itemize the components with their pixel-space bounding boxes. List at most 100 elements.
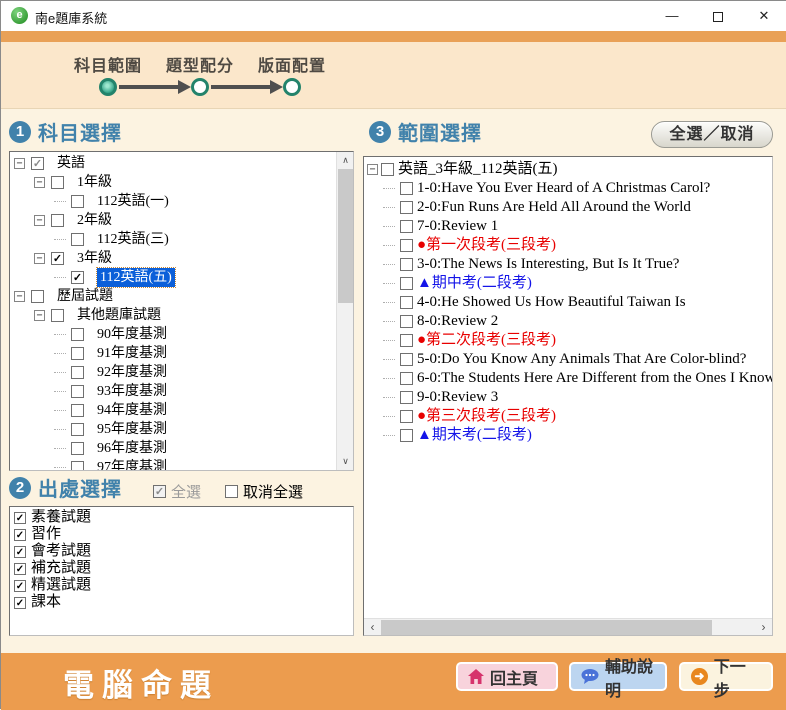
source-item-checkbox[interactable]: ✓: [14, 580, 26, 592]
tree-collapse-icon[interactable]: −: [34, 310, 45, 321]
tree-item-label[interactable]: ●第三次段考(三段考): [417, 407, 556, 426]
tree-checkbox[interactable]: [71, 404, 84, 417]
deselect-all-checkbox-row[interactable]: 取消全選: [225, 481, 303, 502]
tree-checkbox[interactable]: [71, 328, 84, 341]
source-list-item[interactable]: ✓素養試題: [11, 509, 352, 526]
tree-item-label[interactable]: 3年級: [77, 249, 112, 268]
tree-item-label[interactable]: 1-0:Have You Ever Heard of A Christmas C…: [417, 179, 710, 198]
tree-item-label[interactable]: ●第一次段考(三段考): [417, 236, 556, 255]
source-list-item[interactable]: ✓補充試題: [11, 560, 352, 577]
tree-checkbox[interactable]: [400, 334, 413, 347]
select-all-toggle-button[interactable]: 全選／取消: [651, 121, 773, 148]
tree-checkbox[interactable]: [51, 309, 64, 322]
tree-item-label[interactable]: 1年級: [77, 173, 112, 192]
tree-item-label[interactable]: ▲期中考(二段考): [417, 274, 532, 293]
tree-collapse-icon[interactable]: −: [34, 215, 45, 226]
tree-checkbox[interactable]: [71, 385, 84, 398]
tree-item-label[interactable]: 112英語(三): [97, 230, 169, 249]
subject-tree-row[interactable]: − 1年級: [12, 173, 335, 192]
tree-checkbox[interactable]: [400, 296, 413, 309]
next-button[interactable]: ➜ 下一步: [679, 662, 773, 691]
tree-checkbox[interactable]: [51, 214, 64, 227]
tree-collapse-icon[interactable]: −: [34, 177, 45, 188]
tree-item-label[interactable]: 5-0:Do You Know Any Animals That Are Col…: [417, 350, 746, 369]
tree-checkbox[interactable]: [71, 442, 84, 455]
scrollbar-thumb[interactable]: [381, 620, 712, 635]
tree-checkbox[interactable]: [400, 391, 413, 404]
subject-tree-row[interactable]: −✓3年級: [12, 249, 335, 268]
tree-checkbox[interactable]: ✓: [31, 157, 44, 170]
subject-tree-row[interactable]: − 2年級: [12, 211, 335, 230]
scope-tree-row[interactable]: ▲期中考(二段考): [367, 274, 772, 293]
tree-checkbox[interactable]: [400, 201, 413, 214]
minimize-button[interactable]: —: [649, 1, 695, 31]
subject-tree-row[interactable]: ✓112英語(五): [12, 268, 335, 287]
tree-collapse-icon[interactable]: −: [34, 253, 45, 264]
tree-item-label[interactable]: 8-0:Review 2: [417, 312, 498, 331]
tree-item-label[interactable]: 94年度基測: [97, 401, 167, 420]
scope-tree-row[interactable]: 9-0:Review 3: [367, 388, 772, 407]
source-list-item[interactable]: ✓習作: [11, 526, 352, 543]
scroll-left-icon[interactable]: ‹: [364, 619, 381, 636]
tree-item-label[interactable]: 112英語(一): [97, 192, 169, 211]
subject-tree-row[interactable]: − 其他題庫試題: [12, 306, 335, 325]
tree-item-label[interactable]: 96年度基測: [97, 439, 167, 458]
scope-tree-row[interactable]: 6-0:The Students Here Are Different from…: [367, 369, 772, 388]
tree-item-label[interactable]: 其他題庫試題: [77, 306, 161, 325]
tree-checkbox[interactable]: [71, 461, 84, 470]
scope-tree-row[interactable]: −英語_3年級_112英語(五): [367, 160, 772, 179]
tree-item-label[interactable]: 英語: [57, 154, 85, 173]
source-item-checkbox[interactable]: ✓: [14, 597, 26, 609]
tree-item-label[interactable]: 6-0:The Students Here Are Different from…: [417, 369, 772, 388]
tree-item-label[interactable]: 95年度基測: [97, 420, 167, 439]
maximize-button[interactable]: [695, 1, 741, 31]
deselect-all-checkbox[interactable]: [225, 485, 238, 498]
subject-tree-row[interactable]: 96年度基測: [12, 439, 335, 458]
tree-checkbox[interactable]: [51, 176, 64, 189]
home-button[interactable]: 回主頁: [456, 662, 558, 691]
scope-tree-row[interactable]: ●第三次段考(三段考): [367, 407, 772, 426]
tree-item-label[interactable]: 英語_3年級_112英語(五): [398, 160, 557, 179]
tree-checkbox[interactable]: [400, 429, 413, 442]
tree-item-label[interactable]: 9-0:Review 3: [417, 388, 498, 407]
subject-tree-row[interactable]: −✓英語: [12, 154, 335, 173]
source-item-checkbox[interactable]: ✓: [14, 563, 26, 575]
tree-checkbox[interactable]: ✓: [71, 271, 84, 284]
scroll-right-icon[interactable]: ›: [755, 619, 772, 636]
tree-checkbox[interactable]: [400, 239, 413, 252]
tree-checkbox[interactable]: [400, 410, 413, 423]
step-circle-3[interactable]: [283, 78, 301, 96]
subject-tree-row[interactable]: 90年度基測: [12, 325, 335, 344]
tree-item-label[interactable]: 91年度基測: [97, 344, 167, 363]
scroll-up-icon[interactable]: ∧: [337, 152, 354, 169]
subject-tree-row[interactable]: 92年度基測: [12, 363, 335, 382]
scope-tree-row[interactable]: ▲期末考(二段考): [367, 426, 772, 445]
subject-tree-row[interactable]: 112英語(三): [12, 230, 335, 249]
tree-item-label[interactable]: 90年度基測: [97, 325, 167, 344]
scope-tree-row[interactable]: 1-0:Have You Ever Heard of A Christmas C…: [367, 179, 772, 198]
subject-tree-row[interactable]: 97年度基測: [12, 458, 335, 470]
subject-tree-row[interactable]: 91年度基測: [12, 344, 335, 363]
scope-tree-row[interactable]: 3-0:The News Is Interesting, But Is It T…: [367, 255, 772, 274]
tree-checkbox[interactable]: [71, 233, 84, 246]
scope-tree-row[interactable]: 4-0:He Showed Us How Beautiful Taiwan Is: [367, 293, 772, 312]
tree-checkbox[interactable]: [71, 366, 84, 379]
scope-tree-row[interactable]: 5-0:Do You Know Any Animals That Are Col…: [367, 350, 772, 369]
source-list-item[interactable]: ✓課本: [11, 594, 352, 611]
tree-checkbox[interactable]: [71, 347, 84, 360]
tree-item-label[interactable]: 93年度基測: [97, 382, 167, 401]
source-item-checkbox[interactable]: ✓: [14, 546, 26, 558]
tree-item-label[interactable]: 2年級: [77, 211, 112, 230]
tree-item-label[interactable]: ●第二次段考(三段考): [417, 331, 556, 350]
scroll-down-icon[interactable]: ∨: [337, 453, 354, 470]
scope-tree-row[interactable]: 8-0:Review 2: [367, 312, 772, 331]
scope-tree-row[interactable]: ●第一次段考(三段考): [367, 236, 772, 255]
tree-item-label[interactable]: 7-0:Review 1: [417, 217, 498, 236]
subject-tree-row[interactable]: 112英語(一): [12, 192, 335, 211]
source-item-checkbox[interactable]: ✓: [14, 512, 26, 524]
subject-tree-row[interactable]: 95年度基測: [12, 420, 335, 439]
source-list-item[interactable]: ✓會考試題: [11, 543, 352, 560]
tree-checkbox[interactable]: [400, 277, 413, 290]
source-item-checkbox[interactable]: ✓: [14, 529, 26, 541]
tree-checkbox[interactable]: [400, 353, 413, 366]
